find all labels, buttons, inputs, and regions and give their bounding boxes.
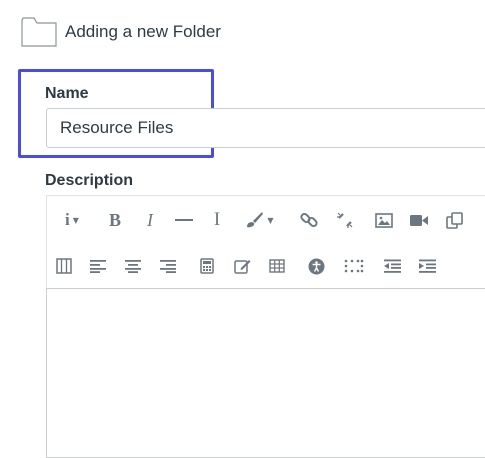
align-right-icon[interactable] xyxy=(159,256,177,276)
columns-icon[interactable] xyxy=(55,256,73,276)
edit-icon[interactable] xyxy=(233,256,251,276)
calculator-icon[interactable] xyxy=(198,256,216,276)
table-icon[interactable] xyxy=(268,256,286,276)
align-center-icon[interactable] xyxy=(124,256,142,276)
name-label: Name xyxy=(45,85,89,102)
align-left-icon[interactable] xyxy=(89,256,107,276)
video-icon[interactable] xyxy=(409,209,429,231)
italic-icon[interactable]: I xyxy=(140,209,160,231)
info-icon[interactable]: i ▼ xyxy=(57,209,87,231)
page-title: Adding a new Folder xyxy=(65,22,221,41)
indent-icon[interactable] xyxy=(418,256,436,276)
accessibility-icon[interactable] xyxy=(307,256,325,276)
unlink-icon[interactable] xyxy=(335,209,355,231)
name-input[interactable] xyxy=(46,108,485,148)
description-editor[interactable] xyxy=(46,288,485,458)
link-icon[interactable] xyxy=(299,209,319,231)
folder-icon xyxy=(21,17,57,47)
grid-dots-icon[interactable] xyxy=(343,256,365,276)
description-label: Description xyxy=(45,172,134,189)
editor-toolbar: i ▼ B I I ▼ xyxy=(46,195,485,288)
outdent-icon[interactable] xyxy=(383,256,401,276)
bold-icon[interactable]: B xyxy=(105,209,125,231)
image-icon[interactable] xyxy=(374,209,394,231)
text-cursor-icon[interactable]: I xyxy=(209,209,225,231)
embed-icon[interactable] xyxy=(444,209,464,231)
horizontal-rule-icon[interactable] xyxy=(174,209,194,231)
brush-icon[interactable]: ▼ xyxy=(241,209,277,231)
